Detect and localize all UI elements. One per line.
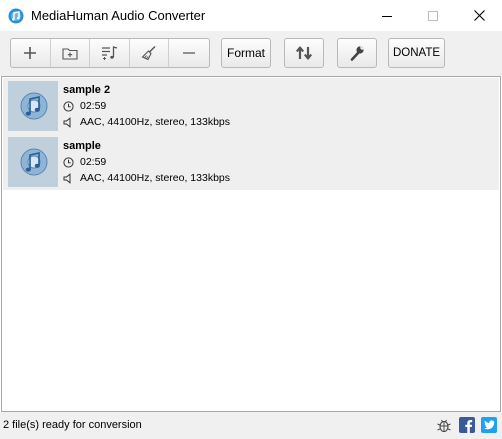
facebook-icon[interactable] [459,417,475,433]
twitter-icon[interactable] [481,417,497,433]
music-disc-icon [20,148,48,176]
add-files-button[interactable] [11,39,51,67]
add-playlist-button[interactable] [90,39,130,67]
broom-icon [141,46,156,61]
clear-list-button[interactable] [130,39,170,67]
title-bar: MediaHuman Audio Converter [0,0,502,31]
file-list[interactable]: sample 2 02:59 AAC, 44100Hz, stereo, 133… [1,76,501,412]
album-art-thumbnail [8,81,58,131]
playlist-add-icon [101,46,117,60]
format-button[interactable]: Format [221,38,271,68]
maximize-icon [428,10,438,21]
toolbar: Format DONATE [0,31,502,76]
wrench-icon [350,46,364,61]
file-name: sample 2 [63,84,111,96]
duration-text: 02:59 [80,156,107,168]
window-title: MediaHuman Audio Converter [31,8,206,23]
clock-icon [63,101,74,112]
add-folder-button[interactable] [51,39,91,67]
file-duration: 02:59 [63,100,106,113]
close-icon [473,10,485,21]
close-button[interactable] [456,0,502,31]
file-row[interactable]: sample 2 02:59 AAC, 44100Hz, stereo, 133… [3,78,499,134]
format-text: AAC, 44100Hz, stereo, 133kbps [80,172,231,184]
speaker-icon [63,173,74,184]
file-row[interactable]: sample 02:59 AAC, 44100Hz, stereo, 133kb… [3,134,499,190]
format-text: AAC, 44100Hz, stereo, 133kbps [80,116,231,128]
minus-icon [183,52,196,54]
status-text: 2 file(s) ready for conversion [3,419,142,431]
file-actions-group [10,38,210,68]
file-duration: 02:59 [63,156,106,169]
maximize-button[interactable] [410,0,456,31]
minimize-button[interactable] [364,0,410,31]
convert-button[interactable] [284,38,324,68]
file-format: AAC, 44100Hz, stereo, 133kbps [63,116,230,129]
folder-add-icon [62,48,78,60]
file-format: AAC, 44100Hz, stereo, 133kbps [63,172,230,185]
donate-button[interactable]: DONATE [388,38,445,68]
plus-icon [24,47,37,59]
settings-button[interactable] [337,38,377,68]
speaker-icon [63,117,74,128]
music-disc-icon [20,92,48,120]
file-name: sample [63,140,101,152]
clock-icon [63,157,74,168]
convert-arrows-icon [295,46,313,60]
album-art-thumbnail [8,137,58,187]
duration-text: 02:59 [80,100,107,112]
remove-button[interactable] [169,39,209,67]
status-bar: 2 file(s) ready for conversion [0,412,502,439]
bug-report-icon[interactable] [436,417,452,433]
minimize-icon [382,15,392,17]
app-logo-icon [8,8,24,24]
